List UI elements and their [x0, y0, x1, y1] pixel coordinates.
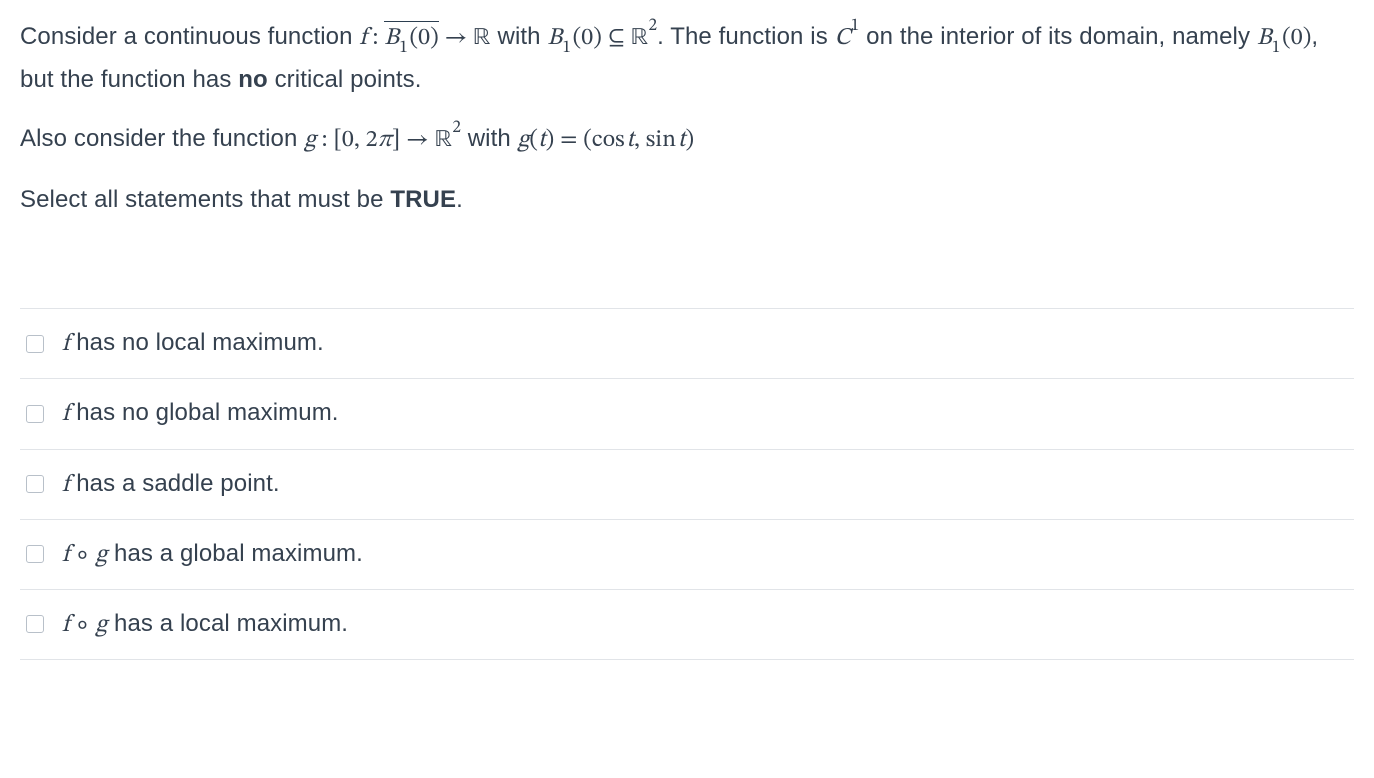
math-expr: B1 (0) ⊆ ℝ2 — [547, 26, 657, 50]
text: with — [461, 125, 518, 152]
text: Also consider the function — [20, 125, 304, 152]
option-b-checkbox[interactable] — [26, 405, 44, 423]
math-expr: C1 — [835, 26, 860, 50]
option-a-checkbox[interactable] — [26, 335, 44, 353]
math-expr: f : B1 (0) → ℝ — [359, 26, 490, 50]
text: with — [491, 23, 548, 50]
option-b[interactable]: f has no global maximum. — [20, 379, 1354, 449]
question-container: Consider a continuous function f : B1 (0… — [0, 0, 1374, 660]
text: has a local maximum. — [107, 610, 348, 637]
option-c-checkbox[interactable] — [26, 475, 44, 493]
options-list: f has no local maximum. f has no global … — [20, 308, 1354, 660]
text: has no local maximum. — [69, 329, 323, 356]
text: has no global maximum. — [69, 399, 338, 426]
option-e-checkbox[interactable] — [26, 615, 44, 633]
math-expr: g : [0, 2π] → ℝ2 — [304, 128, 461, 152]
option-b-label: f has no global maximum. — [62, 394, 339, 433]
option-a-label: f has no local maximum. — [62, 324, 324, 363]
compose-symbol: ∘ — [69, 543, 95, 567]
question-stem: Consider a continuous function f : B1 (0… — [20, 18, 1354, 218]
bold-text: no — [238, 66, 268, 93]
text: on the interior of its domain, namely — [859, 23, 1256, 50]
text: Select all statements that must be — [20, 186, 390, 213]
math-expr: g — [96, 613, 108, 637]
text: . The function is — [657, 23, 834, 50]
text: has a global maximum. — [107, 540, 363, 567]
text: . — [456, 186, 463, 213]
option-d-label: f ∘ g has a global maximum. — [62, 535, 363, 574]
stem-paragraph-1: Consider a continuous function f : B1 (0… — [20, 18, 1354, 98]
math-expr: g — [96, 543, 108, 567]
option-c[interactable]: f has a saddle point. — [20, 450, 1354, 520]
option-d-checkbox[interactable] — [26, 545, 44, 563]
option-d[interactable]: f ∘ g has a global maximum. — [20, 520, 1354, 590]
option-a[interactable]: f has no local maximum. — [20, 309, 1354, 379]
math-expr: B1 (0) — [1257, 26, 1312, 50]
text: has a saddle point. — [69, 470, 279, 497]
text: Consider a continuous function — [20, 23, 359, 50]
math-expr: g(t) = (cos t, sin t) — [518, 128, 695, 152]
stem-paragraph-3: Select all statements that must be TRUE. — [20, 181, 1354, 218]
option-c-label: f has a saddle point. — [62, 465, 280, 504]
text: critical points. — [268, 66, 422, 93]
stem-paragraph-2: Also consider the function g : [0, 2π] →… — [20, 120, 1354, 159]
option-e[interactable]: f ∘ g has a local maximum. — [20, 590, 1354, 660]
bold-text: TRUE — [390, 186, 456, 213]
compose-symbol: ∘ — [69, 613, 95, 637]
option-e-label: f ∘ g has a local maximum. — [62, 605, 348, 644]
